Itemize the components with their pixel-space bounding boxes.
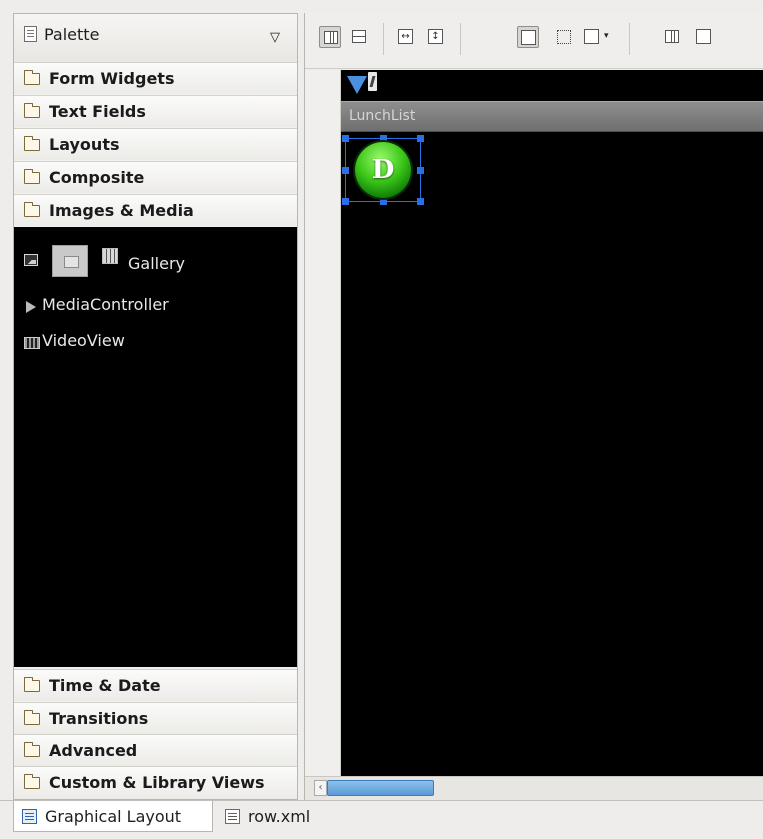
tab-row-xml[interactable]: row.xml [217,801,333,832]
resize-handle[interactable] [342,198,349,205]
folder-icon [24,169,40,184]
resize-handle[interactable] [417,135,424,142]
resize-handle[interactable] [417,167,424,174]
device-status-bar [341,70,763,101]
folder-icon [24,710,40,725]
fill-height-icon: ↕ [428,29,443,44]
category-label: Transitions [49,709,149,728]
palette-panel: Palette ▽ Form Widgets Text Fields Layou… [13,13,298,800]
layout-editor: ↔ ↕ ▾ LunchList D ‹ [304,13,763,800]
images-media-list: Gallery MediaController VideoView [14,227,297,667]
show-margins-button[interactable] [517,26,539,48]
folder-icon [24,677,40,692]
category-advanced[interactable]: Advanced [14,734,297,766]
zoom-to-fit-icon [584,29,599,44]
show-margins-icon [521,30,536,45]
folder-open-icon [24,202,40,217]
select-bounds-button[interactable] [553,26,575,48]
film-strip-icon [24,337,40,349]
app-title: LunchList [349,108,416,124]
layout-canvas[interactable]: LunchList D [305,70,763,776]
signal-icon [347,76,367,94]
battery-icon [368,72,377,91]
toolbar-separator [383,23,384,55]
layout-vertical-button[interactable] [348,26,370,48]
layout-horizontal-button[interactable] [319,26,341,48]
screenshot-button[interactable] [693,26,715,48]
emulate-real-size-icon [665,30,679,43]
category-custom-library-views[interactable]: Custom & Library Views [14,766,297,799]
widget-gallery[interactable]: Gallery [128,254,185,273]
emulate-real-size-button[interactable] [661,26,683,48]
scrollbar-thumb[interactable] [327,780,434,796]
category-label: Composite [49,168,145,187]
badge-letter: D [371,155,395,185]
editor-tabs: Graphical Layout row.xml [0,800,763,839]
resize-handle[interactable] [380,135,387,142]
category-text-fields[interactable]: Text Fields [14,95,297,127]
category-label: Text Fields [49,102,146,121]
app-title-bar: LunchList [341,101,763,132]
selected-row-icon-view[interactable]: D [342,135,424,205]
delivery-badge-icon: D [355,142,411,198]
imagebutton-selected-icon[interactable] [52,245,88,277]
category-label: Images & Media [49,201,194,220]
folder-icon [24,103,40,118]
xml-file-icon [225,809,240,824]
category-transitions[interactable]: Transitions [14,702,297,734]
palette-document-icon [24,26,37,42]
resize-handle[interactable] [342,135,349,142]
palette-menu-caret-icon[interactable]: ▽ [270,30,280,45]
category-images-media[interactable]: Images & Media [14,194,297,226]
chevron-down-icon: ▾ [604,31,609,41]
category-composite[interactable]: Composite [14,161,297,193]
graphical-layout-icon [22,809,37,824]
tab-graphical-layout[interactable]: Graphical Layout [13,801,213,832]
toolbar-separator [460,23,461,55]
category-label: Form Widgets [49,69,175,88]
category-label: Advanced [49,741,138,760]
category-time-date[interactable]: Time & Date [14,669,297,701]
folder-icon [24,70,40,85]
zoom-menu-button[interactable]: ▾ [581,26,617,48]
folder-icon [24,136,40,151]
fill-width-button[interactable]: ↔ [395,26,417,48]
widget-video-view[interactable]: VideoView [42,331,125,350]
device-screen[interactable]: LunchList D [341,70,763,776]
canvas-gutter [305,70,341,776]
toolbar-separator [629,23,630,55]
play-icon [26,301,36,313]
resize-handle[interactable] [417,198,424,205]
category-layouts[interactable]: Layouts [14,128,297,160]
resize-handle[interactable] [380,198,387,205]
category-form-widgets[interactable]: Form Widgets [14,62,297,94]
folder-icon [24,774,40,789]
tab-label: Graphical Layout [45,807,182,826]
category-label: Custom & Library Views [49,773,265,792]
select-bounds-icon [557,30,571,44]
palette-title: Palette [44,25,100,44]
gallery-icon [102,248,118,264]
category-label: Layouts [49,135,120,154]
horizontal-scrollbar[interactable]: ‹ [305,776,763,800]
tab-label: row.xml [248,807,311,826]
editor-toolbar: ↔ ↕ ▾ [305,13,763,69]
folder-icon [24,742,40,757]
layout-horizontal-icon [324,31,338,44]
fill-width-icon: ↔ [398,29,413,44]
scroll-left-arrow-icon[interactable]: ‹ [314,780,327,796]
screenshot-icon [696,29,711,44]
fill-height-button[interactable]: ↕ [425,26,447,48]
widget-media-controller[interactable]: MediaController [42,295,169,314]
palette-header: Palette ▽ [14,14,297,62]
resize-handle[interactable] [342,167,349,174]
category-label: Time & Date [49,676,161,695]
imageview-icon[interactable] [24,254,38,266]
layout-vertical-icon [352,30,366,43]
